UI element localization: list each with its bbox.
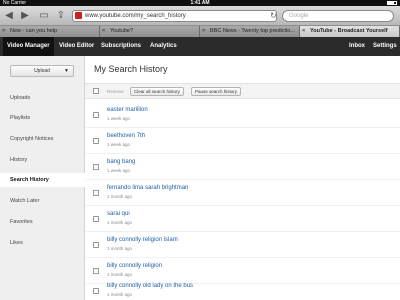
tab-label: Youtube? bbox=[110, 28, 134, 34]
search-timestamp: 1 month ago bbox=[107, 194, 133, 199]
row-checkbox[interactable] bbox=[93, 190, 99, 196]
row-checkbox[interactable] bbox=[93, 112, 99, 118]
row-checkbox[interactable] bbox=[93, 138, 99, 144]
nav-video-editor[interactable]: Video Editor bbox=[59, 37, 94, 56]
search-placeholder: Google bbox=[289, 13, 309, 19]
pause-search-history-button[interactable]: Pause search history bbox=[191, 87, 242, 96]
youtube-nav: Video Manager Video Editor Subscriptions… bbox=[0, 37, 400, 56]
tab-new-can-you-help[interactable]: × New - can you help bbox=[0, 26, 100, 37]
search-timestamp: 1 week ago bbox=[107, 142, 131, 147]
close-tab-icon[interactable]: × bbox=[2, 26, 5, 37]
close-tab-icon[interactable]: × bbox=[302, 26, 305, 37]
history-row: billy connolly religion islam 1 month ag… bbox=[85, 232, 400, 258]
page-title: My Search History bbox=[94, 64, 168, 74]
history-row: beethoven 7th 1 week ago bbox=[85, 128, 400, 154]
nav-video-manager[interactable]: Video Manager bbox=[3, 37, 54, 56]
tab-bar: × New - can you help × Youtube? × BBC Ne… bbox=[0, 26, 400, 37]
favicon-icon bbox=[75, 12, 82, 19]
search-query-link[interactable]: beethoven 7th bbox=[107, 133, 145, 139]
url-field[interactable]: www.youtube.com/my_search_history bbox=[72, 10, 277, 22]
search-query-link[interactable]: fernando lima sarah brightman bbox=[107, 185, 188, 191]
browser-toolbar: ◀ ▶ ▭ ⇪ www.youtube.com/my_search_histor… bbox=[0, 6, 400, 26]
url-text: www.youtube.com/my_search_history bbox=[85, 13, 186, 19]
nav-subscriptions[interactable]: Subscriptions bbox=[101, 37, 141, 56]
upload-button[interactable]: Upload ▼ bbox=[10, 65, 74, 77]
tab-bbc-news[interactable]: × BBC News - Twenty top predictio... bbox=[200, 26, 300, 37]
tab-youtube-broadcast[interactable]: × YouTube - Broadcast Yourself bbox=[300, 26, 400, 37]
remove-button[interactable]: Remove bbox=[103, 87, 128, 96]
row-checkbox[interactable] bbox=[93, 288, 99, 294]
search-timestamp: 1 month ago bbox=[107, 292, 133, 297]
close-tab-icon[interactable]: × bbox=[202, 26, 205, 37]
search-query-link[interactable]: billy connolly religion bbox=[107, 263, 162, 269]
search-query-link[interactable]: sarai qui bbox=[107, 211, 130, 217]
search-query-link[interactable]: bang bang bbox=[107, 159, 135, 165]
reload-icon[interactable]: ↻ bbox=[270, 10, 277, 22]
search-query-link[interactable]: billy connolly religion islam bbox=[107, 237, 178, 243]
tab-label: BBC News - Twenty top predictio... bbox=[210, 28, 295, 34]
search-timestamp: 1 month ago bbox=[107, 246, 133, 251]
share-icon[interactable]: ⇪ bbox=[56, 10, 66, 22]
search-timestamp: 1 week ago bbox=[107, 116, 131, 121]
sidebar-item-likes[interactable]: Likes bbox=[0, 236, 85, 250]
action-bar: Remove Clear all search history Pause se… bbox=[85, 83, 400, 99]
sidebar-item-favorites[interactable]: Favorites bbox=[0, 215, 85, 229]
history-row: easter marillion 1 week ago bbox=[85, 102, 400, 128]
history-row: fernando lima sarah brightman 1 month ag… bbox=[85, 180, 400, 206]
history-row: billy connolly old lady on the bus 1 mon… bbox=[85, 278, 400, 300]
search-query-link[interactable]: easter marillion bbox=[107, 107, 148, 113]
back-icon[interactable]: ◀ bbox=[4, 10, 14, 22]
history-row: bang bang 1 week ago bbox=[85, 154, 400, 180]
search-field[interactable]: Google bbox=[282, 10, 394, 22]
row-checkbox[interactable] bbox=[93, 164, 99, 170]
clear-all-search-history-button[interactable]: Clear all search history bbox=[130, 87, 184, 96]
forward-icon[interactable]: ▶ bbox=[20, 10, 30, 22]
row-checkbox[interactable] bbox=[93, 268, 99, 274]
sidebar-item-uploads[interactable]: Uploads bbox=[0, 91, 85, 105]
search-timestamp: 1 week ago bbox=[107, 168, 131, 173]
close-tab-icon[interactable]: × bbox=[102, 26, 105, 37]
nav-inbox[interactable]: Inbox bbox=[349, 37, 365, 56]
sidebar-item-watch-later[interactable]: Watch Later bbox=[0, 194, 85, 208]
bookmarks-icon[interactable]: ▭ bbox=[38, 10, 50, 22]
nav-settings[interactable]: Settings bbox=[373, 37, 397, 56]
battery-icon bbox=[387, 1, 397, 5]
tab-label: New - can you help bbox=[10, 28, 58, 34]
sidebar-item-search-history[interactable]: Search History bbox=[0, 173, 86, 187]
history-row: sarai qui 1 month ago bbox=[85, 206, 400, 232]
upload-label: Upload bbox=[34, 68, 50, 74]
row-checkbox[interactable] bbox=[93, 216, 99, 222]
sidebar-item-history[interactable]: History bbox=[0, 153, 85, 167]
search-timestamp: 1 month ago bbox=[107, 272, 133, 277]
sidebar-item-playlists[interactable]: Playlists bbox=[0, 111, 85, 125]
row-checkbox[interactable] bbox=[93, 242, 99, 248]
tab-youtube[interactable]: × Youtube? bbox=[100, 26, 200, 37]
sidebar-item-copyright-notices[interactable]: Copyright Notices bbox=[0, 132, 85, 146]
main-content: My Search History Remove Clear all searc… bbox=[85, 56, 400, 300]
chevron-down-icon: ▼ bbox=[64, 68, 69, 74]
sidebar: Upload ▼ Uploads Playlists Copyright Not… bbox=[0, 56, 86, 300]
search-timestamp: 1 month ago bbox=[107, 220, 133, 225]
search-query-link[interactable]: billy connolly old lady on the bus bbox=[107, 283, 193, 289]
tab-label: YouTube - Broadcast Yourself bbox=[310, 28, 388, 34]
select-all-checkbox[interactable] bbox=[93, 88, 99, 94]
nav-analytics[interactable]: Analytics bbox=[150, 37, 177, 56]
